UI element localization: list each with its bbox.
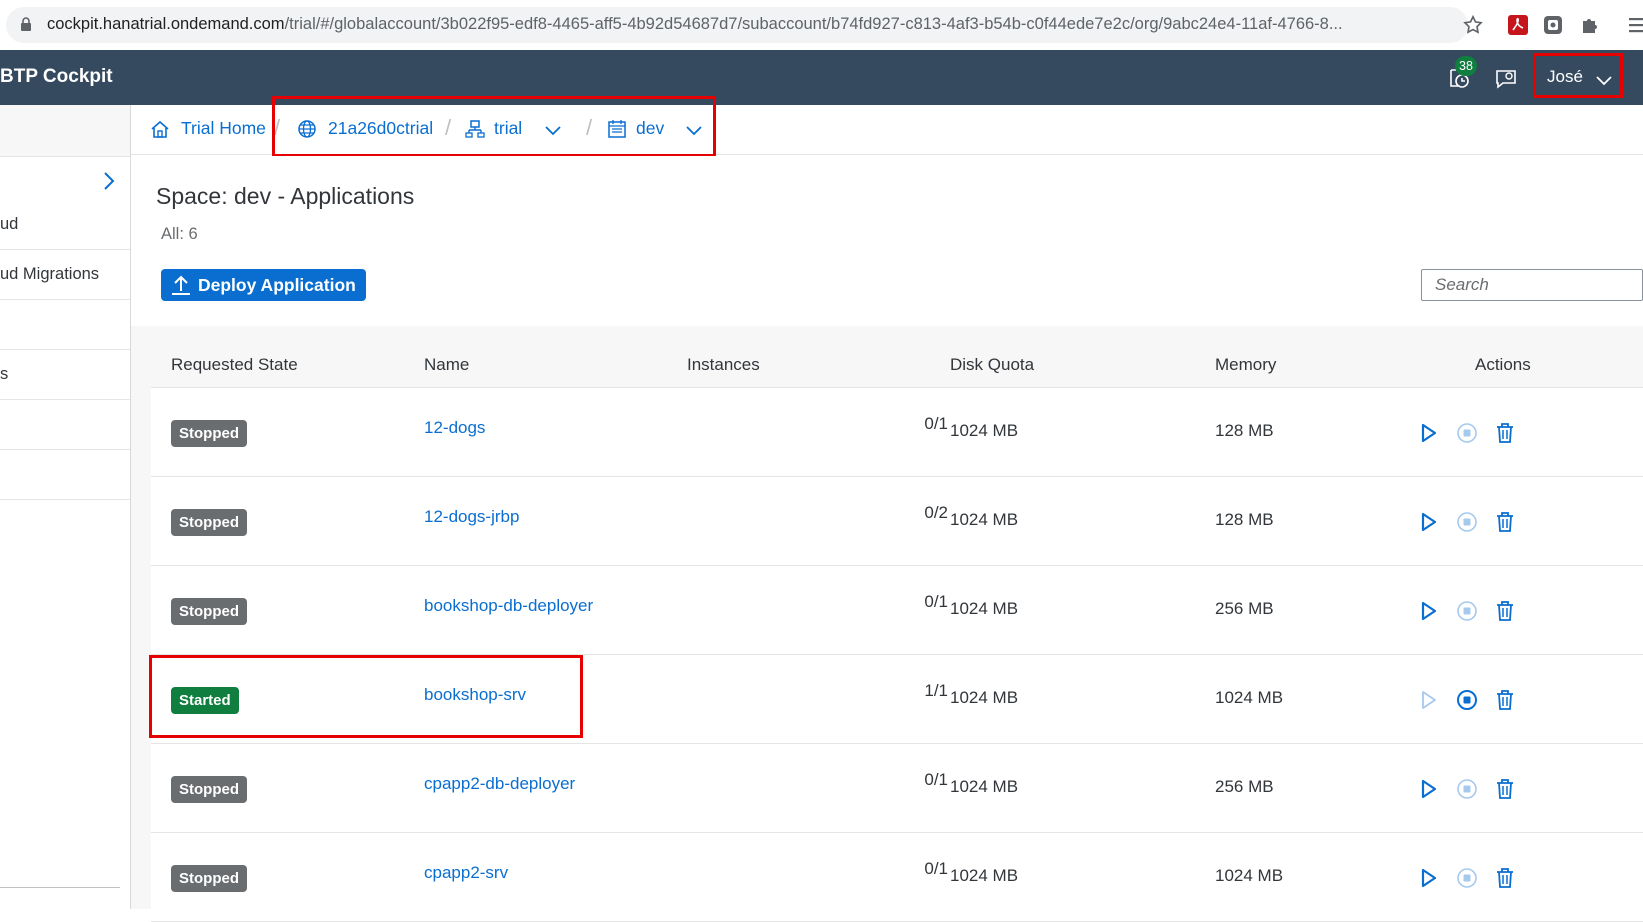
column-instances[interactable]: Instances bbox=[687, 355, 760, 375]
notification-badge: 38 bbox=[1455, 56, 1477, 76]
sidebar-item-4[interactable]: s bbox=[0, 350, 130, 400]
table-header: Requested State Name Instances Disk Quot… bbox=[151, 345, 1643, 388]
instances-value: 1/1 bbox=[924, 681, 948, 700]
disk-quota-value: 1024 MB bbox=[950, 510, 1019, 529]
app-name-link[interactable]: 12-dogs-jrbp bbox=[424, 507, 519, 527]
play-icon[interactable] bbox=[1417, 600, 1439, 622]
puzzle-icon[interactable] bbox=[1579, 15, 1599, 35]
instances-value: 0/1 bbox=[924, 592, 948, 611]
memory-value: 256 MB bbox=[1215, 777, 1274, 796]
sidebar-item-6[interactable] bbox=[0, 450, 130, 500]
stop-icon[interactable] bbox=[1456, 422, 1478, 444]
highlight-box-breadcrumb bbox=[272, 96, 716, 157]
instances-value: 0/1 bbox=[924, 770, 948, 789]
column-name[interactable]: Name bbox=[424, 355, 469, 375]
disk-quota-value: 1024 MB bbox=[950, 421, 1019, 440]
column-requested-state[interactable]: Requested State bbox=[171, 355, 298, 375]
app-name-link[interactable]: bookshop-db-deployer bbox=[424, 596, 593, 616]
chevron-right-icon[interactable] bbox=[102, 171, 116, 191]
memory-value: 128 MB bbox=[1215, 510, 1274, 529]
sidebar-item-2[interactable]: ud Migrations bbox=[0, 250, 130, 300]
table-row[interactable]: Stopped 12-dogs 0/1 1024 MB 128 MB bbox=[151, 388, 1643, 477]
page-title: Space: dev - Applications bbox=[156, 183, 415, 209]
feedback-icon[interactable] bbox=[1494, 68, 1518, 90]
lock-icon[interactable] bbox=[20, 17, 32, 31]
chevron-down-icon bbox=[1596, 71, 1612, 91]
menu-icon[interactable] bbox=[1625, 15, 1643, 35]
sidebar-item-5[interactable] bbox=[0, 400, 130, 450]
url-text[interactable]: cockpit.hanatrial.ondemand.com/trial/#/g… bbox=[47, 15, 1437, 34]
play-icon[interactable] bbox=[1417, 778, 1439, 800]
sidebar-top bbox=[0, 105, 130, 157]
user-name: José bbox=[1547, 67, 1583, 86]
memory-value: 1024 MB bbox=[1215, 688, 1284, 707]
brand-title[interactable]: BTP Cockpit bbox=[0, 66, 113, 88]
sidebar-item-3[interactable] bbox=[0, 300, 130, 350]
column-actions: Actions bbox=[1475, 355, 1531, 374]
instances-value: 0/1 bbox=[924, 859, 948, 878]
shell-header: BTP Cockpit 38 José bbox=[0, 50, 1643, 105]
app-name-link[interactable]: 12-dogs bbox=[424, 418, 485, 438]
app-name-link[interactable]: cpapp2-db-deployer bbox=[424, 774, 575, 794]
browser-toolbar: cockpit.hanatrial.ondemand.com/trial/#/g… bbox=[0, 0, 1643, 50]
deploy-application-label: Deploy Application bbox=[198, 275, 356, 295]
sidebar-divider bbox=[0, 887, 120, 888]
delete-icon[interactable] bbox=[1494, 422, 1516, 444]
status-badge: Stopped bbox=[171, 865, 247, 892]
play-icon[interactable] bbox=[1417, 511, 1439, 533]
app-name-link[interactable]: cpapp2-srv bbox=[424, 863, 508, 883]
deploy-application-button[interactable]: Deploy Application bbox=[161, 269, 366, 301]
search-field[interactable] bbox=[1421, 269, 1643, 301]
status-badge: Stopped bbox=[171, 420, 247, 447]
status-badge: Stopped bbox=[171, 598, 247, 625]
disk-quota-value: 1024 MB bbox=[950, 599, 1019, 618]
delete-icon[interactable] bbox=[1494, 511, 1516, 533]
disk-quota-value: 1024 MB bbox=[950, 688, 1019, 707]
delete-icon[interactable] bbox=[1494, 778, 1516, 800]
instances-value: 0/2 bbox=[924, 503, 948, 522]
sidebar-item-1[interactable]: ud bbox=[0, 200, 130, 250]
memory-value: 256 MB bbox=[1215, 599, 1274, 618]
memory-value: 1024 MB bbox=[1215, 866, 1284, 885]
status-badge: Stopped bbox=[171, 509, 247, 536]
column-memory[interactable]: Memory bbox=[1215, 355, 1276, 375]
url-path: /trial/#/globalaccount/3b022f95-edf8-446… bbox=[284, 15, 1343, 33]
upload-icon bbox=[171, 274, 191, 296]
disk-quota-value: 1024 MB bbox=[950, 866, 1019, 885]
instances-value: 0/1 bbox=[924, 414, 948, 433]
play-icon[interactable] bbox=[1417, 689, 1439, 711]
stop-icon[interactable] bbox=[1456, 600, 1478, 622]
play-icon[interactable] bbox=[1417, 422, 1439, 444]
status-badge: Stopped bbox=[171, 776, 247, 803]
stop-icon[interactable] bbox=[1456, 689, 1478, 711]
memory-value: 128 MB bbox=[1215, 421, 1274, 440]
delete-icon[interactable] bbox=[1494, 689, 1516, 711]
disk-quota-value: 1024 MB bbox=[950, 777, 1019, 796]
user-menu[interactable]: José bbox=[1533, 53, 1623, 98]
sidebar: ud ud Migrations s bbox=[0, 105, 131, 909]
table-row[interactable]: Stopped 12-dogs-jrbp 0/2 1024 MB 128 MB bbox=[151, 477, 1643, 566]
star-icon[interactable] bbox=[1462, 14, 1484, 36]
home-icon bbox=[150, 119, 170, 139]
stop-icon[interactable] bbox=[1456, 511, 1478, 533]
delete-icon[interactable] bbox=[1494, 600, 1516, 622]
item-count: All: 6 bbox=[161, 225, 198, 243]
pdf-extension-icon[interactable] bbox=[1508, 15, 1528, 35]
stop-icon[interactable] bbox=[1456, 778, 1478, 800]
extension-icon[interactable] bbox=[1543, 15, 1563, 35]
stop-icon[interactable] bbox=[1456, 867, 1478, 889]
url-host: cockpit.hanatrial.ondemand.com bbox=[47, 15, 285, 33]
highlight-box-started-row bbox=[149, 655, 583, 738]
delete-icon[interactable] bbox=[1494, 867, 1516, 889]
breadcrumb-home[interactable]: Trial Home bbox=[181, 118, 266, 139]
column-disk-quota[interactable]: Disk Quota bbox=[950, 355, 1034, 375]
table-row[interactable]: Stopped cpapp2-db-deployer 0/1 1024 MB 256 M… bbox=[151, 744, 1643, 833]
play-icon[interactable] bbox=[1417, 867, 1439, 889]
search-input[interactable] bbox=[1422, 270, 1622, 300]
table-row[interactable]: Stopped bookshop-db-deployer 0/1 1024 MB 256… bbox=[151, 566, 1643, 655]
